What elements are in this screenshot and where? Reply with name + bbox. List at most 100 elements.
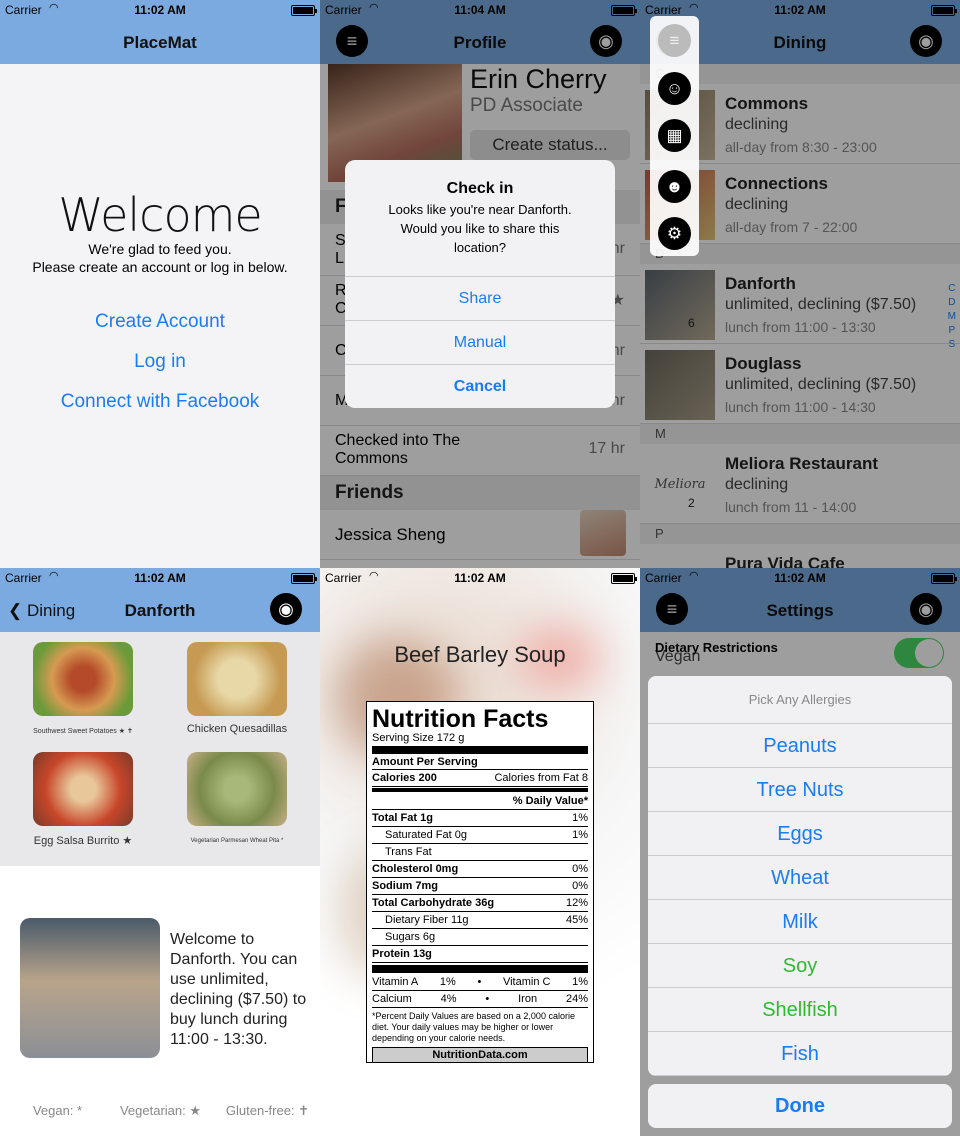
allergy-option[interactable]: Wheat (648, 856, 952, 900)
vitamin-line: Vitamin A 1% • Vitamin C 1% (372, 974, 588, 991)
nutrient-row: Dietary Fiber 11g 45% (372, 912, 588, 929)
allergy-option[interactable]: Eggs (648, 812, 952, 856)
food-caption: Chicken Quesadillas (186, 723, 288, 735)
cancel-button[interactable]: Cancel (345, 364, 615, 408)
welcome-subtitle: We're glad to feed you. Please create an… (0, 240, 320, 276)
settings-gear-icon[interactable]: ⚙ (658, 217, 691, 250)
nutrient-label: Protein 13g (372, 948, 432, 960)
subtitle-line-1: We're glad to feed you. (88, 241, 232, 257)
divider (372, 788, 588, 792)
mineral-line: Calcium 4% • Iron 24% (372, 991, 588, 1008)
iron: Iron (518, 993, 538, 1005)
alert-message-line: location? (453, 240, 507, 255)
vitamin-c-pct: 1% (572, 976, 588, 988)
side-menu: ≡ ☺ ▦ ☻ ⚙ (650, 16, 699, 256)
food-title: Beef Barley Soup (394, 642, 566, 667)
status-time: 11:02 AM (134, 3, 186, 17)
food-image[interactable] (187, 752, 287, 826)
welcome-text: Welcome to Danforth. You can use unlimit… (170, 931, 307, 1048)
danforth-screen: ❮ Dining Danforth ◉ Carrier ◠ 11:02 AM S… (0, 568, 320, 1136)
food-image[interactable] (33, 752, 133, 826)
nutrient-label: Total Fat 1g (372, 812, 433, 824)
friends-icon[interactable]: ☻ (658, 170, 691, 203)
allergy-option[interactable]: Soy (648, 944, 952, 988)
allergy-options: Peanuts Tree Nuts Eggs Wheat Milk Soy Shellfis… (648, 724, 952, 1076)
nutrient-value: 1% (572, 812, 588, 824)
calories-from-fat: Calories from Fat 8 (494, 772, 588, 784)
amount-per-serving: Amount Per Serving (372, 755, 588, 770)
nutrition-screen: Carrier ◠ 11:02 AM Beef Barley Soup Nutr… (320, 568, 640, 1136)
nutrition-heading: Nutrition Facts (372, 705, 549, 733)
nutrient-label: Saturated Fat 0g (385, 829, 467, 841)
nutrition-label: Nutrition Facts Serving Size 172 g Amoun… (366, 701, 594, 1063)
nutrient-label: Cholesterol 0mg (372, 863, 459, 875)
nutrient-value: 0% (572, 880, 588, 892)
footnote: *Percent Daily Values are based on a 2,0… (372, 1011, 575, 1043)
welcome-heading: Welcome (58, 188, 262, 242)
battery-icon (291, 5, 317, 16)
allergy-picker: Pick Any Allergies Peanuts Tree Nuts Eggs W… (648, 676, 952, 1076)
nutrient-row: Protein 13g (372, 946, 588, 963)
nutrient-row: Sugars 6g (372, 929, 588, 946)
location-pin-icon[interactable]: ◉ (270, 593, 302, 625)
battery-icon (611, 573, 637, 584)
welcome-screen: PlaceMat Carrier ◠ 11:02 AM Welcome We'r… (0, 0, 320, 568)
building-icon[interactable]: ▦ (658, 119, 691, 152)
legend-vegetarian: Vegetarian: ★ (119, 1103, 202, 1118)
status-time: 11:02 AM (454, 571, 506, 585)
status-bar: Carrier ◠ 11:02 AM (320, 568, 640, 588)
menu-icon[interactable]: ≡ (658, 24, 691, 57)
allergy-option[interactable]: Tree Nuts (648, 768, 952, 812)
nutrient-row: Total Carbohydrate 36g 12% (372, 895, 588, 912)
status-bar: Carrier ◠ 11:02 AM (0, 0, 320, 20)
nutrient-value: 0% (572, 863, 588, 875)
alert-message: Looks like you're near Danforth. Would y… (345, 198, 615, 257)
subtitle-line-2: Please create an account or log in below… (32, 259, 288, 275)
calcium: Calcium (372, 993, 412, 1005)
calories: Calories 200 (372, 772, 437, 784)
nutrient-row: Total Fat 1g 1% (372, 810, 588, 827)
nutritiondata-link[interactable]: NutritionData.com (372, 1047, 588, 1063)
battery-icon (291, 573, 317, 584)
picker-title: Pick Any Allergies (648, 676, 952, 724)
serving-size: Serving Size 172 g (372, 732, 465, 744)
alert-title: Check in (446, 180, 514, 197)
share-button[interactable]: Share (345, 276, 615, 320)
profile-screen: ≡ Profile ◉ Carrier ◠ 11:04 AM Erin Cher… (320, 0, 640, 568)
nutrient-row: Cholesterol 0mg 0% (372, 861, 588, 878)
food-image[interactable] (33, 642, 133, 716)
profile-icon[interactable]: ☺ (658, 72, 691, 105)
create-account-link[interactable]: Create Account (0, 311, 320, 333)
food-caption: Vegetarian Parmesan Wheat Pita * (190, 838, 284, 844)
vitamin-a: Vitamin A (372, 976, 419, 988)
alert-message-line: Looks like you're near Danforth. (388, 202, 572, 217)
log-in-link[interactable]: Log in (0, 351, 320, 373)
calories-line: Calories 200 Calories from Fat 8 (372, 770, 588, 787)
bullet: • (477, 976, 482, 988)
nutrient-label: Sodium 7mg (372, 880, 439, 892)
allergy-option[interactable]: Peanuts (648, 724, 952, 768)
connect-facebook-link[interactable]: Connect with Facebook (0, 391, 320, 413)
bullet: • (485, 993, 490, 1005)
vitamin-a-pct: 1% (439, 976, 456, 988)
done-button[interactable]: Done (648, 1084, 952, 1128)
divider (372, 746, 588, 754)
allergy-option[interactable]: Shellfish (648, 988, 952, 1032)
status-bar: Carrier ◠ 11:02 AM (0, 568, 320, 588)
daily-value-header: % Daily Value* (372, 793, 588, 810)
nutrient-label: Dietary Fiber 11g (385, 914, 469, 926)
manual-button[interactable]: Manual (345, 320, 615, 364)
nutrient-label: Total Carbohydrate 36g (372, 897, 495, 909)
allergy-option[interactable]: Fish (648, 1032, 952, 1076)
nutrient-label: Trans Fat (385, 846, 432, 858)
calcium-pct: 4% (440, 993, 457, 1005)
nutrient-value: 45% (565, 914, 588, 926)
food-caption: Southwest Sweet Potatoes ★ ✝ (33, 728, 133, 735)
legend-gluten-free: Gluten-free: ✝ (225, 1103, 310, 1118)
allergy-option[interactable]: Milk (648, 900, 952, 944)
nutrient-value: 12% (565, 897, 588, 909)
divider (372, 965, 588, 973)
dining-screen: ≡ Dining ◉ Carrier ◠ 11:02 AM C 6 Common… (640, 0, 960, 568)
nutrient-rows: Total Fat 1g 1% Saturated Fat 0g 1% Trans Fa… (372, 810, 588, 963)
food-image[interactable] (187, 642, 287, 716)
